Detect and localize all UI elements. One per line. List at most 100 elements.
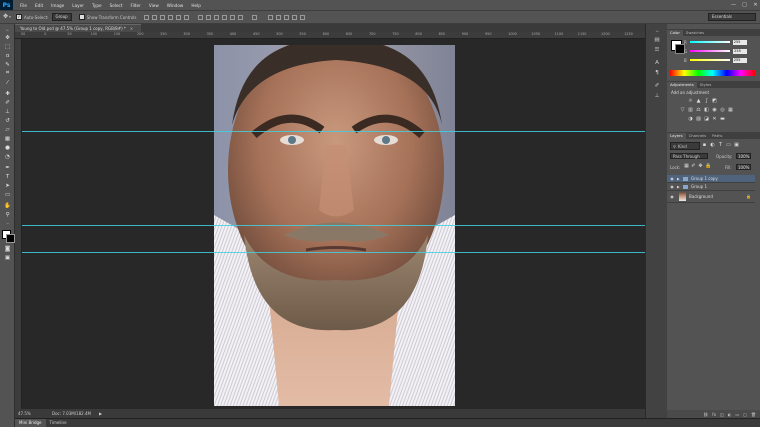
tab-layers[interactable]: Layers	[667, 133, 686, 139]
lock-all-icon[interactable]: 🔒	[705, 164, 711, 169]
filter-pixel-icon[interactable]: ▪	[702, 143, 707, 148]
horizontal-guide[interactable]	[22, 225, 645, 226]
brush-tool-icon[interactable]: ✐	[3, 99, 12, 106]
vertical-ruler[interactable]	[15, 39, 22, 409]
distribute-hcenter-icon[interactable]	[229, 14, 235, 20]
visibility-eye-icon[interactable]: ◉	[669, 184, 675, 189]
quick-select-tool-icon[interactable]: ✎	[3, 61, 12, 68]
menu-help[interactable]: Help	[187, 3, 205, 8]
vibrance-icon[interactable]: ▽	[680, 108, 685, 113]
align-vcenter-icon[interactable]	[151, 14, 157, 20]
slider-blue[interactable]: B 255	[684, 57, 758, 63]
blue-slider-track[interactable]	[689, 58, 730, 62]
blend-mode-dropdown[interactable]: Pass Through	[670, 153, 708, 159]
hue-saturation-icon[interactable]: ▥	[688, 108, 693, 113]
slider-red[interactable]: R 255	[684, 39, 758, 45]
lock-transparent-icon[interactable]: ▦	[684, 164, 689, 169]
add-mask-icon[interactable]: ◫	[720, 412, 724, 417]
tab-mini-bridge[interactable]: Mini Bridge	[15, 419, 46, 427]
history-brush-tool-icon[interactable]: ↺	[3, 117, 12, 124]
filter-smart-object-icon[interactable]: ▣	[734, 143, 739, 148]
maximize-button[interactable]: □	[740, 2, 749, 9]
new-adjustment-layer-icon[interactable]: ◐	[728, 412, 732, 417]
layer-row-group-1-copy[interactable]: ◉ ▶ Group 1 copy	[667, 175, 755, 183]
layer-filter-dropdown[interactable]: ⚲ Kind	[670, 142, 700, 150]
distribute-top-icon[interactable]	[197, 14, 203, 20]
menu-edit[interactable]: Edit	[31, 3, 47, 8]
red-slider-track[interactable]	[689, 40, 730, 44]
layer-style-icon[interactable]: fx	[712, 412, 716, 417]
fill-field[interactable]: 100%	[736, 164, 751, 170]
marquee-tool-icon[interactable]: ⬚	[3, 43, 12, 50]
menu-image[interactable]: Image	[47, 3, 68, 8]
move-tool-icon[interactable]: ✥	[3, 34, 12, 41]
preset-dropdown-chevron-icon[interactable]: ▾	[9, 14, 12, 20]
type-tool-icon[interactable]: T	[3, 173, 12, 180]
auto-select-dropdown[interactable]: Group	[51, 13, 72, 21]
color-lookup-icon[interactable]: ▦	[728, 108, 733, 113]
auto-align-layers-icon[interactable]	[251, 14, 257, 20]
align-top-icon[interactable]	[143, 14, 149, 20]
blur-tool-icon[interactable]: ●	[3, 144, 12, 151]
red-value-field[interactable]: 255	[732, 39, 747, 45]
strip-grip-icon[interactable]: ◂◂	[653, 27, 661, 34]
blue-value-field[interactable]: 255	[732, 57, 747, 63]
align-right-icon[interactable]	[183, 14, 189, 20]
close-button[interactable]: ✕	[751, 2, 760, 9]
3d-mode-drag-icon[interactable]	[283, 14, 289, 20]
opacity-field[interactable]: 100%	[736, 153, 751, 159]
brush-panel-icon[interactable]: ✐	[653, 82, 661, 89]
menu-select[interactable]: Select	[106, 3, 127, 8]
menu-view[interactable]: View	[145, 3, 163, 8]
align-bottom-icon[interactable]	[159, 14, 165, 20]
zoom-level[interactable]: 47.5%	[18, 411, 38, 416]
tab-color[interactable]: Color	[667, 30, 683, 36]
tab-adjustments[interactable]: Adjustments	[667, 82, 697, 88]
lock-position-icon[interactable]: ✥	[698, 164, 703, 169]
horizontal-ruler[interactable]: 50 0 50 100 150 200 250 300 350 400 450 500 550 600 65…	[15, 32, 645, 39]
gradient-map-icon[interactable]: ▬	[720, 117, 725, 122]
photo-filter-icon[interactable]: ◉	[712, 108, 717, 113]
close-document-icon[interactable]: ✕	[130, 26, 133, 31]
crop-tool-icon[interactable]: ⌗	[3, 70, 12, 77]
dodge-tool-icon[interactable]: ◔	[3, 153, 12, 160]
lasso-tool-icon[interactable]: ɑ	[3, 52, 12, 59]
distribute-bottom-icon[interactable]	[213, 14, 219, 20]
more-tools-icon[interactable]: ···	[3, 220, 12, 227]
new-layer-icon[interactable]: ▢	[743, 412, 747, 417]
character-panel-icon[interactable]: A	[653, 59, 661, 66]
3d-mode-scale-icon[interactable]	[299, 14, 305, 20]
slider-green[interactable]: G 255	[684, 48, 758, 54]
path-selection-tool-icon[interactable]: ➤	[3, 182, 12, 189]
eraser-tool-icon[interactable]: ▱	[3, 126, 12, 133]
pen-tool-icon[interactable]: ✒	[3, 164, 12, 171]
clone-stamp-tool-icon[interactable]: ⊥	[3, 108, 12, 115]
menu-file[interactable]: File	[16, 3, 31, 8]
horizontal-guide[interactable]	[22, 252, 645, 253]
history-panel-icon[interactable]: ▤	[653, 36, 661, 43]
align-hcenter-icon[interactable]	[175, 14, 181, 20]
minimize-button[interactable]: —	[729, 2, 738, 9]
lock-image-icon[interactable]: ✐	[691, 164, 696, 169]
filter-shape-icon[interactable]: ▭	[726, 143, 731, 148]
green-slider-track[interactable]	[690, 49, 731, 53]
3d-mode-slide-icon[interactable]	[291, 14, 297, 20]
tab-swatches[interactable]: Swatches	[683, 30, 707, 36]
rectangle-tool-icon[interactable]: ▭	[3, 191, 12, 198]
brightness-contrast-icon[interactable]: ☼	[688, 99, 693, 104]
horizontal-guide[interactable]	[22, 131, 645, 132]
zoom-tool-icon[interactable]: ⚲	[3, 211, 12, 218]
hand-tool-icon[interactable]: ✋	[3, 202, 12, 209]
gradient-tool-icon[interactable]: ▦	[3, 135, 12, 142]
exposure-icon[interactable]: ◩	[712, 99, 717, 104]
distribute-vcenter-icon[interactable]	[205, 14, 211, 20]
tab-channels[interactable]: Channels	[686, 133, 710, 139]
new-group-icon[interactable]: ▭	[735, 412, 739, 417]
tab-timeline[interactable]: Timeline	[46, 419, 71, 427]
layer-row-group-1[interactable]: ◉ ▶ Group 1	[667, 183, 755, 191]
eyedropper-tool-icon[interactable]: ⁄	[3, 79, 12, 86]
workspace-switcher[interactable]: Essentials	[708, 13, 756, 21]
color-spectrum-ramp[interactable]	[670, 70, 755, 76]
green-value-field[interactable]: 255	[733, 48, 748, 54]
link-layers-icon[interactable]: ⛓	[703, 412, 708, 417]
